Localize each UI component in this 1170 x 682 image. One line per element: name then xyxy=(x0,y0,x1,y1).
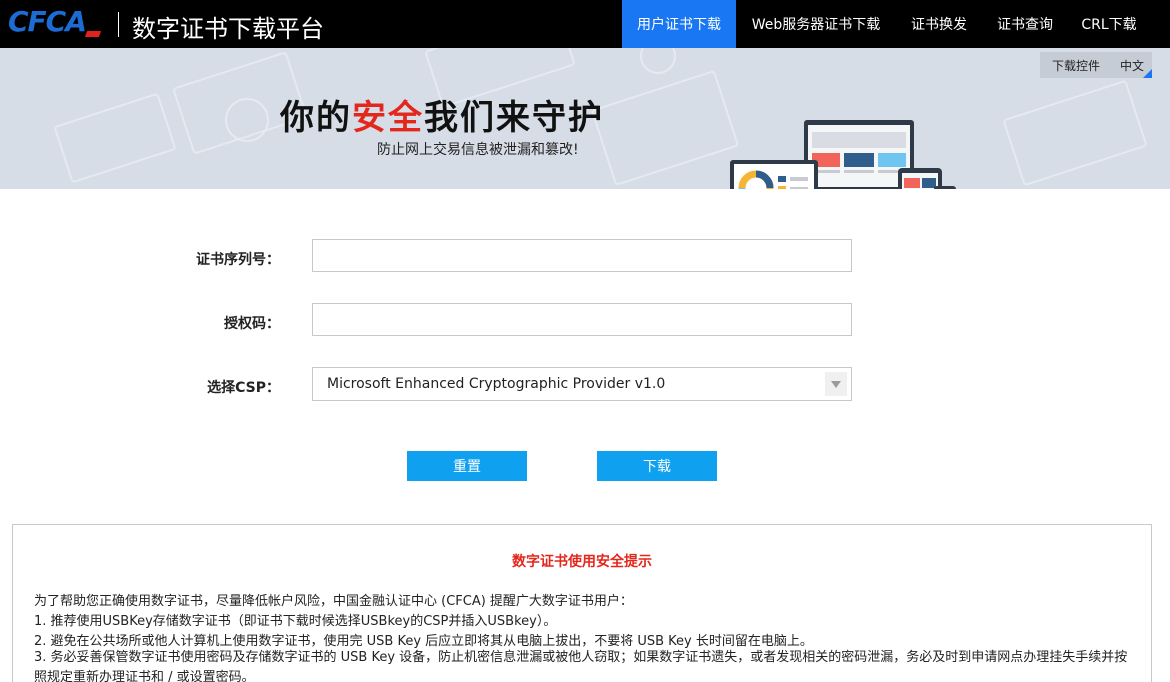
nav-web-server-cert-download[interactable]: Web服务器证书下载 xyxy=(736,0,896,48)
language-label: 中文 xyxy=(1119,58,1144,73)
notice-title: 数字证书使用安全提示 xyxy=(512,554,652,570)
slogan-part2: 我们来守护 xyxy=(424,98,604,138)
header-divider xyxy=(118,12,119,37)
download-button[interactable]: 下载 xyxy=(597,451,717,481)
notice-item-3: 3. 务必妥善保管数字证书使用密码及存储数字证书的 USB Key 设备，防止机… xyxy=(34,650,1128,682)
serial-number-input[interactable] xyxy=(312,239,852,272)
decor-certificate xyxy=(590,69,740,187)
banner-subslogan: 防止网上交易信息被泄漏和篡改! xyxy=(377,142,579,158)
csp-label: 选择CSP： xyxy=(207,380,280,396)
language-button[interactable]: 中文 xyxy=(1112,52,1152,78)
banner: 你的安全我们来守护 防止网上交易信息被泄漏和篡改! 下载控件 中文 xyxy=(0,48,1170,189)
auth-code-label: 授权码： xyxy=(224,316,280,332)
nav-crl-download[interactable]: CRL下载 xyxy=(1068,0,1150,48)
slogan-highlight: 安全 xyxy=(352,98,424,138)
devices-illustration xyxy=(730,120,956,189)
notice-item-1: 1. 推荐使用USBKey存储数字证书（即证书下载时候选择USBkey的CSP并… xyxy=(34,614,557,629)
slogan-part1: 你的 xyxy=(280,98,352,138)
cfca-logo[interactable]: CFCA xyxy=(8,5,102,39)
language-corner-indicator xyxy=(1143,69,1152,78)
csp-selected-value: Microsoft Enhanced Cryptographic Provide… xyxy=(327,376,666,392)
download-control-button[interactable]: 下载控件 xyxy=(1040,52,1112,78)
logo-text: CFCA xyxy=(8,5,87,38)
auth-code-input[interactable] xyxy=(312,303,852,336)
decor-certificate xyxy=(53,92,177,184)
logo-accent-mark xyxy=(84,31,102,37)
serial-number-label: 证书序列号： xyxy=(196,252,280,268)
reset-button[interactable]: 重置 xyxy=(407,451,527,481)
site-title: 数字证书下载平台 xyxy=(132,15,324,43)
csp-select[interactable]: Microsoft Enhanced Cryptographic Provide… xyxy=(312,367,852,401)
chevron-down-icon[interactable] xyxy=(825,372,847,396)
nav-cert-renewal[interactable]: 证书换发 xyxy=(896,0,982,48)
security-notice-panel: 数字证书使用安全提示 为了帮助您正确使用数字证书，尽量降低帐户风险，中国金融认证… xyxy=(12,524,1152,682)
decor-seal xyxy=(640,48,676,74)
top-header: CFCA 数字证书下载平台 用户证书下载 Web服务器证书下载 证书换发 证书查… xyxy=(0,0,1170,48)
decor-seal xyxy=(225,98,269,142)
decor-certificate xyxy=(1002,79,1148,187)
notice-item-2: 2. 避免在公共场所或他人计算机上使用数字证书，使用完 USB Key 后应立即… xyxy=(34,634,813,649)
nav-cert-query[interactable]: 证书查询 xyxy=(982,0,1068,48)
notice-intro: 为了帮助您正确使用数字证书，尽量降低帐户风险，中国金融认证中心 (CFCA) 提… xyxy=(34,594,633,609)
nav-user-cert-download[interactable]: 用户证书下载 xyxy=(622,0,736,48)
banner-slogan: 你的安全我们来守护 xyxy=(280,90,604,139)
